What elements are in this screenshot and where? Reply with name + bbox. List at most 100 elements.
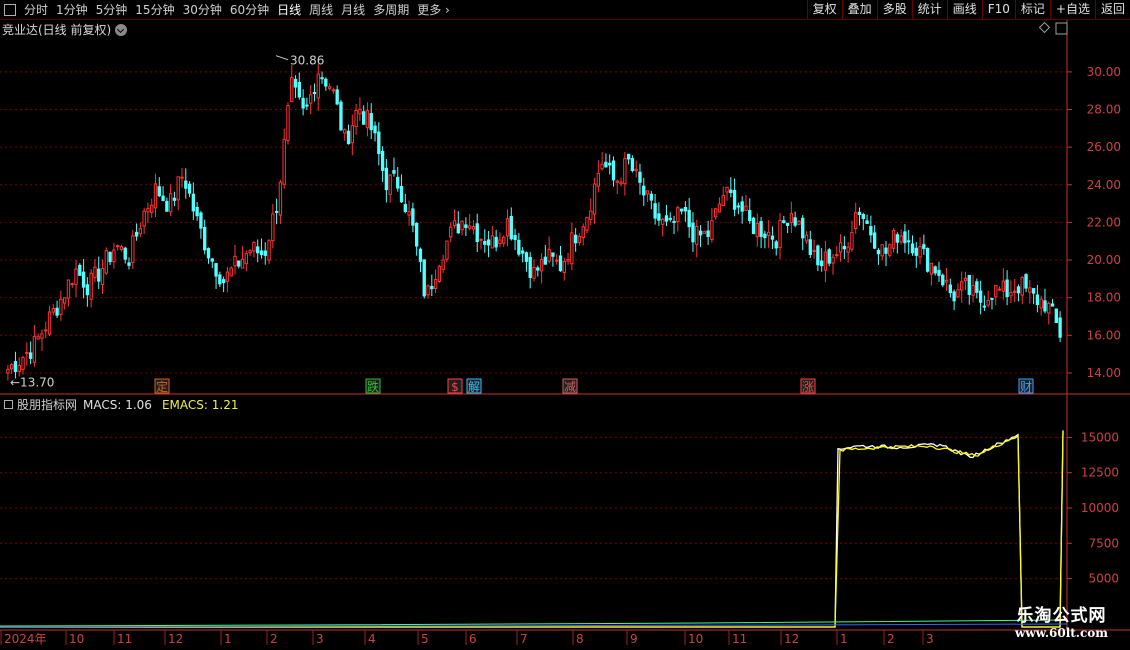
candle-body (134, 231, 139, 237)
candle-body (642, 185, 646, 196)
low-label: ←13.70 (10, 376, 54, 390)
candle-body (975, 281, 979, 293)
candle-body (770, 235, 775, 240)
candle-body (986, 299, 990, 306)
price-tick-label: 28.00 (1087, 103, 1121, 117)
candle-body (714, 208, 718, 218)
candle-body (312, 91, 317, 95)
candle-body (880, 244, 884, 257)
candle-body (615, 180, 619, 183)
candle-body (1054, 308, 1058, 324)
candle-body (910, 243, 915, 254)
time-label: 3 (316, 632, 324, 646)
candle-body (184, 180, 188, 189)
candle-body (619, 181, 623, 185)
candle-body (441, 259, 445, 270)
candle-body (831, 256, 835, 264)
candle-body (248, 250, 252, 254)
candle-body (354, 109, 358, 128)
candle-body (225, 271, 230, 282)
candle-body (925, 247, 930, 272)
candle-body (914, 247, 918, 256)
candle-body (388, 174, 392, 195)
candle-body (256, 246, 260, 254)
panel-toggle-icon (1055, 22, 1068, 35)
time-label: 1 (224, 632, 232, 646)
candle-body (717, 203, 722, 213)
candle-body (467, 225, 472, 229)
candle-body (664, 215, 669, 222)
candle-body (271, 213, 275, 242)
candle-body (316, 73, 320, 99)
event-marker-6: 财 (1020, 380, 1032, 394)
time-label: 10 (688, 632, 703, 646)
candle-body (392, 170, 396, 174)
watermark-url: www.60lt.com (1015, 626, 1108, 640)
candle-body (1028, 287, 1032, 293)
candle-body (475, 223, 479, 242)
time-label: 10 (69, 632, 84, 646)
candle-body (638, 171, 642, 183)
price-tick-label: 22.00 (1087, 215, 1121, 229)
candle-body (1047, 302, 1051, 314)
candle-body (956, 289, 960, 298)
candle-body (335, 89, 339, 105)
candle-body (199, 212, 203, 229)
candle-body (25, 351, 29, 355)
candle-body (555, 259, 559, 262)
candle-body (1005, 279, 1009, 298)
candle-body (191, 193, 196, 212)
candle-body (801, 217, 805, 239)
candle-body (997, 288, 1002, 291)
candle-body (259, 250, 264, 256)
candle-body (509, 216, 513, 240)
candle-body (6, 368, 10, 374)
candle-body (865, 220, 869, 224)
candle-body (869, 226, 873, 236)
candle-body (929, 262, 934, 275)
candle-body (471, 226, 476, 230)
time-label: 2024年 (4, 632, 47, 646)
stock-chart[interactable]: 14.00 16.00 18.00 20.00 22.00 24.00 26.00 28.00… (0, 0, 1130, 650)
candle-body (403, 203, 407, 212)
candle-body (456, 223, 460, 234)
candle-body (104, 250, 108, 274)
candle-body (683, 206, 688, 212)
candle-body (589, 210, 593, 220)
candle-body (168, 193, 173, 213)
candle-body (740, 201, 744, 212)
candle-body (577, 235, 582, 243)
candle-body (479, 238, 483, 241)
candle-body (452, 220, 457, 227)
candle-body (1001, 280, 1006, 292)
candle-body (324, 78, 328, 87)
candle-body (778, 219, 782, 249)
candle-body (532, 266, 536, 279)
candle-body (229, 267, 233, 277)
candle-body (585, 216, 589, 231)
candle-body (566, 258, 570, 262)
indicator-tick-label: 5000 (1088, 572, 1119, 586)
event-marker-4: 减 (564, 380, 576, 394)
candle-body (244, 253, 249, 265)
candle-body (706, 230, 710, 238)
time-label: 8 (576, 632, 584, 646)
time-label: 6 (469, 632, 477, 646)
candle-body (373, 125, 377, 134)
candle-body (592, 183, 597, 215)
candle-body (437, 265, 442, 282)
candle-body (365, 110, 370, 129)
candle-body (766, 231, 771, 236)
base-line-green (0, 619, 1068, 627)
price-tick-label: 26.00 (1087, 140, 1121, 154)
candle-body (369, 113, 373, 131)
time-label: 12 (168, 632, 183, 646)
watermark: 乐淘公式网 www.60lt.com (1015, 601, 1108, 640)
candle-body (85, 284, 90, 296)
candle-body (823, 251, 828, 271)
candle-body (21, 357, 25, 370)
candle-body (672, 220, 676, 223)
candle-body (28, 352, 33, 359)
candle-body (331, 89, 336, 92)
candle-body (732, 189, 737, 210)
